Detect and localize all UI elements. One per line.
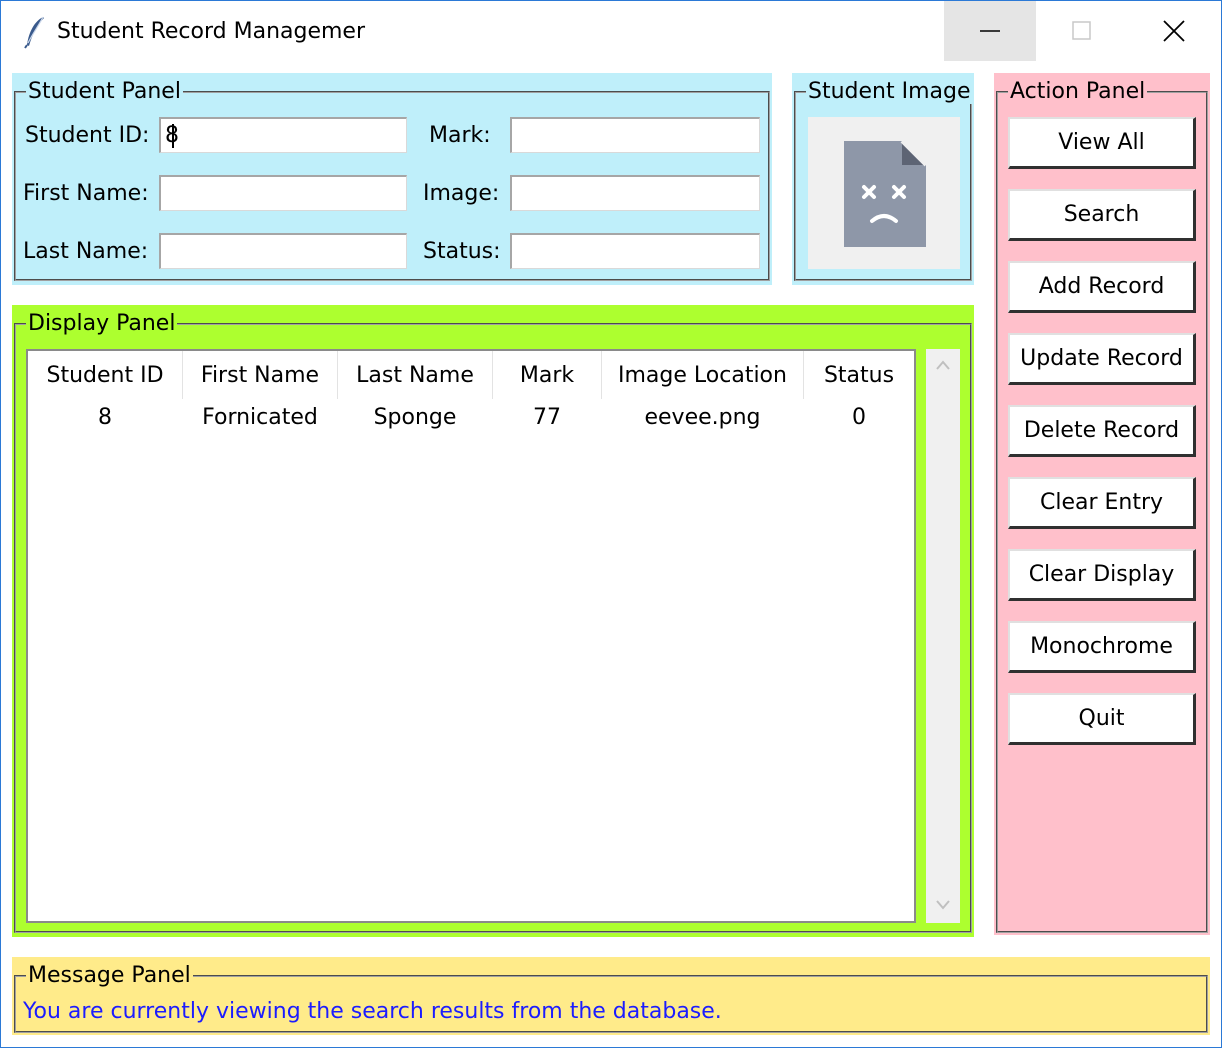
student-image — [808, 117, 960, 269]
student-id-field[interactable] — [159, 117, 407, 153]
text-cursor — [172, 124, 174, 148]
chevron-down-icon — [936, 900, 950, 910]
clear-display-button[interactable]: Clear Display — [1008, 549, 1196, 601]
cell-mark: 77 — [533, 405, 561, 430]
monochrome-button[interactable]: Monochrome — [1008, 621, 1196, 673]
display-panel: Display Panel Student ID First Name Last… — [12, 305, 974, 937]
cell-student-id: 8 — [98, 405, 112, 430]
scroll-down-arrow[interactable] — [926, 899, 960, 911]
maximize-icon — [1072, 21, 1091, 40]
last-name-field[interactable] — [159, 233, 407, 269]
vertical-scrollbar[interactable] — [926, 349, 960, 923]
message-panel-legend: Message Panel — [26, 963, 193, 988]
feather-icon — [24, 16, 44, 49]
delete-record-button[interactable]: Delete Record — [1008, 405, 1196, 457]
first-name-field[interactable] — [159, 175, 407, 211]
image-label: Image: — [423, 181, 500, 206]
student-image-panel: Student Image — [792, 73, 974, 285]
close-button[interactable] — [1128, 1, 1220, 61]
mark-label: Mark: — [429, 123, 491, 148]
cell-last-name: Sponge — [373, 405, 457, 430]
student-image-legend: Student Image — [806, 79, 973, 104]
maximize-button[interactable] — [1036, 1, 1128, 61]
image-field[interactable] — [510, 175, 760, 211]
title-bar[interactable]: Student Record Managemer — [1, 1, 1221, 65]
view-all-button[interactable]: View All — [1008, 117, 1196, 169]
mark-field[interactable] — [510, 117, 760, 153]
cell-image-location: eevee.png — [644, 405, 761, 430]
student-panel: Student Panel Student ID: First Name: La… — [12, 73, 772, 285]
table-row[interactable]: 8 Fornicated Sponge 77 eevee.png 0 — [28, 351, 914, 451]
status-label: Status: — [423, 239, 501, 264]
broken-file-sad-face-icon — [844, 139, 928, 247]
update-record-button[interactable]: Update Record — [1008, 333, 1196, 385]
window-title: Student Record Managemer — [57, 19, 365, 44]
minimize-button[interactable] — [944, 1, 1036, 61]
display-panel-legend: Display Panel — [26, 311, 178, 336]
cell-status: 0 — [852, 405, 866, 430]
cell-first-name: Fornicated — [202, 405, 318, 430]
status-message: You are currently viewing the search res… — [23, 999, 722, 1024]
last-name-label: Last Name: — [23, 239, 149, 264]
student-panel-legend: Student Panel — [26, 79, 183, 104]
search-button[interactable]: Search — [1008, 189, 1196, 241]
status-field[interactable] — [510, 233, 760, 269]
minimize-icon — [980, 30, 1000, 32]
action-panel: Action Panel View All Search Add Record … — [994, 73, 1210, 935]
records-table[interactable]: Student ID First Name Last Name Mark Ima… — [26, 349, 916, 923]
quit-button[interactable]: Quit — [1008, 693, 1196, 745]
scroll-up-arrow[interactable] — [926, 359, 960, 371]
close-icon — [1163, 20, 1185, 42]
application-window: Student Record Managemer Student Panel S… — [0, 0, 1222, 1048]
clear-entry-button[interactable]: Clear Entry — [1008, 477, 1196, 529]
first-name-label: First Name: — [23, 181, 149, 206]
action-panel-legend: Action Panel — [1008, 79, 1148, 104]
chevron-up-icon — [936, 360, 950, 370]
student-id-label: Student ID: — [25, 123, 150, 148]
add-record-button[interactable]: Add Record — [1008, 261, 1196, 313]
